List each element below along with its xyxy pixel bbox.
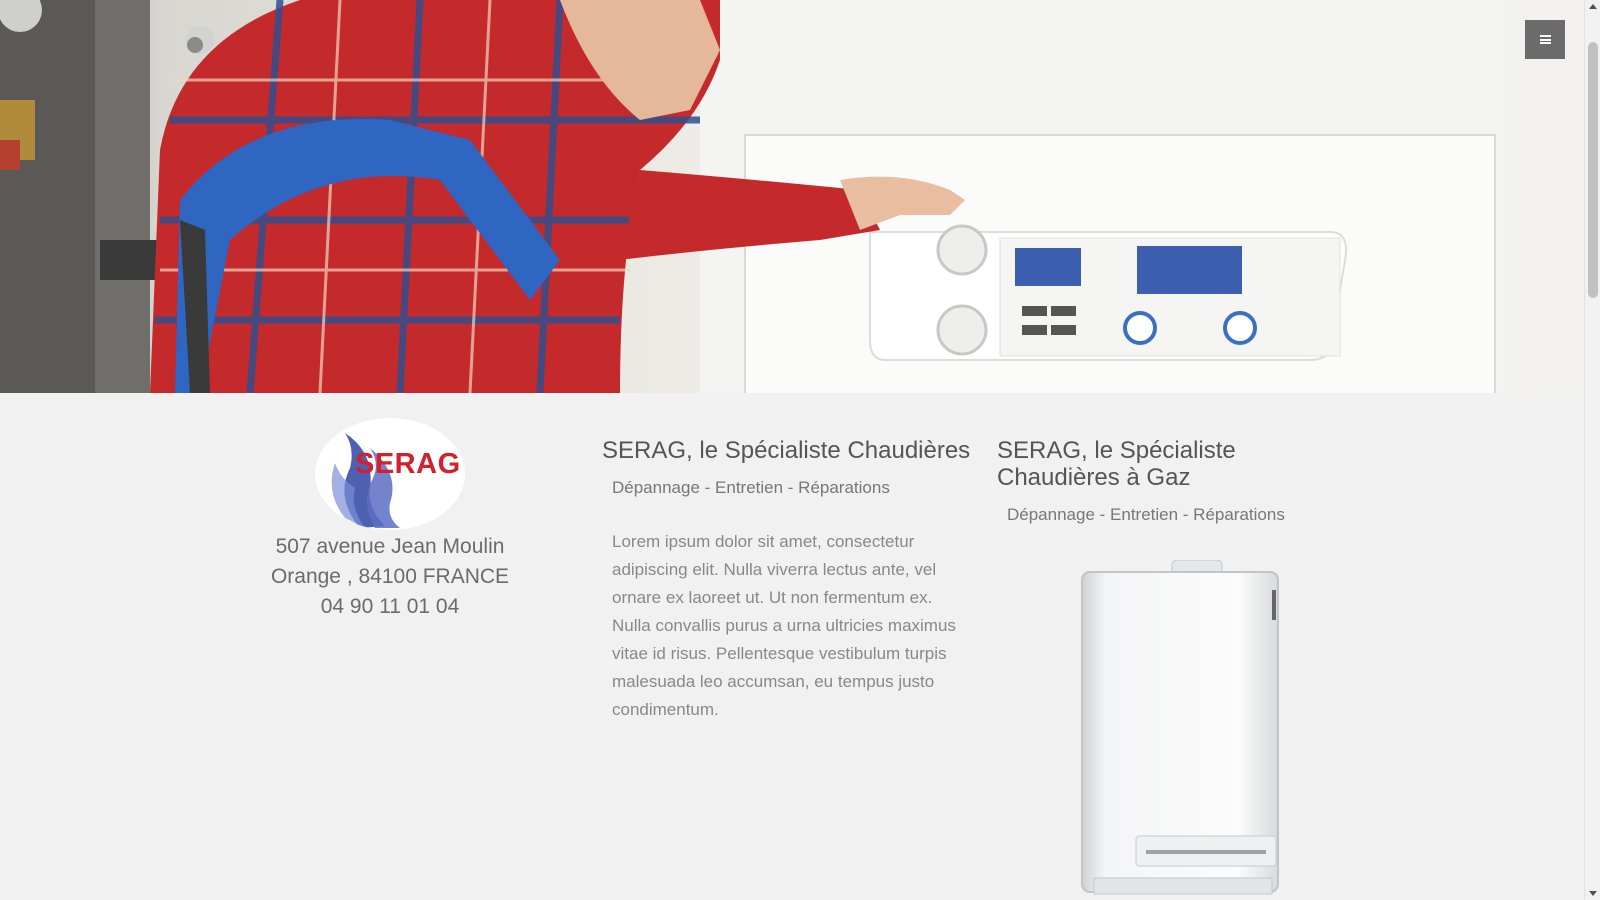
middle-section: SERAG, le Spécialiste Chaudières Dépanna… bbox=[602, 437, 972, 724]
right-section-subtitle: Dépannage - Entretien - Réparations bbox=[1007, 505, 1285, 524]
hamburger-menu-icon bbox=[1539, 35, 1551, 44]
middle-section-title: SERAG, le Spécialiste Chaudières bbox=[602, 437, 971, 464]
address-street: 507 avenue Jean Moulin bbox=[275, 535, 505, 558]
scroll-down-arrow-icon[interactable] bbox=[1589, 891, 1597, 896]
phone-number[interactable]: 04 90 11 01 04 bbox=[250, 592, 530, 622]
contact-column: SERAG 507 avenue Jean Moulin Orange , 84… bbox=[250, 418, 530, 622]
hamburger-menu-button[interactable] bbox=[1525, 20, 1565, 59]
scroll-up-arrow-icon[interactable] bbox=[1589, 4, 1597, 9]
right-section-title: SERAG, le Spécialiste Chaudières à Gaz bbox=[997, 437, 1236, 491]
page-scrollbar[interactable] bbox=[1584, 0, 1600, 900]
contact-info: 507 avenue Jean Moulin Orange , 84100 FR… bbox=[250, 532, 530, 622]
address-city: Orange , 84100 FRANCE bbox=[270, 565, 510, 588]
hero-banner-image bbox=[0, 0, 1584, 393]
serag-logo[interactable]: SERAG bbox=[315, 418, 465, 530]
right-section: SERAG, le Spécialiste Chaudières à Gaz D… bbox=[997, 437, 1327, 525]
technician-boiler-illustration bbox=[0, 0, 1505, 393]
gas-boiler-image bbox=[1081, 560, 1279, 895]
scrollbar-thumb[interactable] bbox=[1588, 42, 1598, 298]
middle-section-body: Lorem ipsum dolor sit amet, consectetur … bbox=[612, 532, 956, 719]
logo-text: SERAG bbox=[355, 448, 461, 480]
middle-section-subtitle: Dépannage - Entretien - Réparations bbox=[612, 478, 890, 497]
